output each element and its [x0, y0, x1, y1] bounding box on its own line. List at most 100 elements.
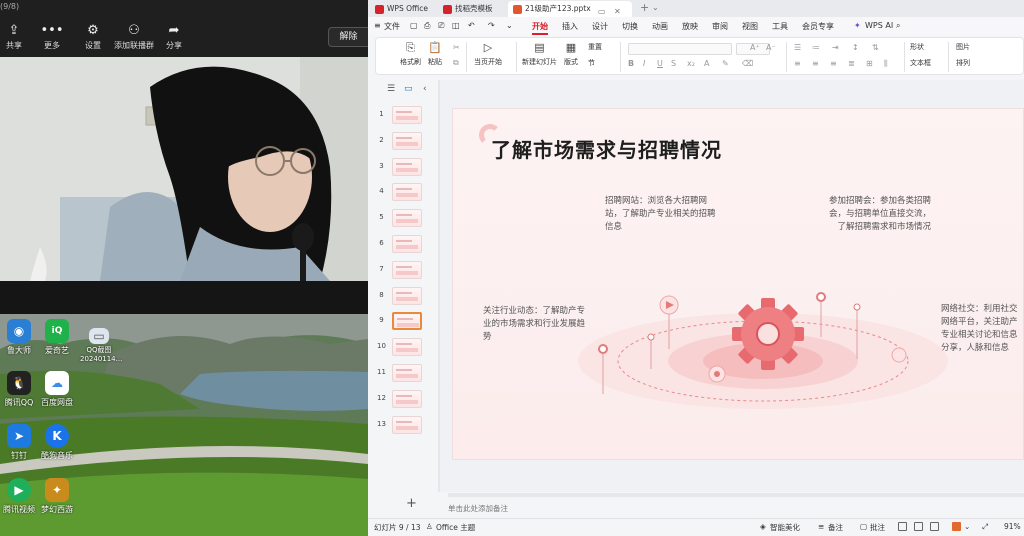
slide-thumbnail[interactable]: 10	[375, 338, 436, 358]
collapse-pane-icon[interactable]: ‹	[423, 84, 427, 94]
highlight-icon[interactable]: ✎	[722, 59, 729, 68]
chevron-down-icon[interactable]: ⌄	[652, 3, 659, 12]
subscript-icon[interactable]: x₂	[687, 59, 695, 68]
desktop-icon-tencent-qq[interactable]: 🐧 腾讯QQ	[2, 371, 36, 408]
bold-icon[interactable]: B	[628, 59, 634, 68]
smart-beautify-button[interactable]: 智能美化	[770, 522, 800, 533]
menu-review[interactable]: 审阅	[712, 21, 728, 32]
desktop-icon-game[interactable]: ✦ 梦幻西游	[40, 478, 74, 515]
text-job-fairs[interactable]: 参加招聘会：参加各类招聘会，与招聘单位直接交流，了解招聘需求和市场情况	[821, 195, 931, 234]
copy-icon[interactable]: ⧉	[453, 58, 459, 68]
cut-icon[interactable]: ✂	[453, 43, 460, 52]
menu-tools[interactable]: 工具	[772, 21, 788, 32]
paste-button[interactable]: 📋 粘贴	[428, 42, 442, 67]
justify-icon[interactable]: ≣	[848, 59, 855, 68]
font-color-icon[interactable]: A	[704, 59, 709, 68]
folder-icon[interactable]: ▢	[410, 21, 418, 30]
align-center-icon[interactable]: ≡	[812, 59, 819, 68]
font-family-select[interactable]	[628, 43, 732, 55]
desktop-icon-iqiyi[interactable]: iQ 爱奇艺	[40, 319, 74, 356]
strikethrough-icon[interactable]: S	[671, 59, 676, 68]
play-from-current-button[interactable]: ▷ 当页开始	[474, 42, 502, 67]
slide-thumbnail[interactable]: 5	[375, 209, 436, 229]
outline-view-icon[interactable]: ☰	[387, 84, 395, 94]
menu-file[interactable]: 文件	[384, 21, 400, 32]
new-tab-icon[interactable]: +	[640, 1, 649, 14]
menu-insert[interactable]: 插入	[562, 21, 578, 32]
underline-icon[interactable]: U	[657, 59, 663, 68]
slide-thumbnail[interactable]: 9	[375, 312, 436, 332]
desktop-icon-kugou[interactable]: K 酷狗音乐	[40, 424, 74, 461]
notes-button[interactable]: 备注	[828, 522, 843, 533]
menu-slideshow[interactable]: 放映	[682, 21, 698, 32]
theme-name[interactable]: Office 主题	[436, 522, 475, 533]
tab-template[interactable]: 找稻壳模板	[438, 1, 504, 17]
distribute-icon[interactable]: ⊞	[866, 59, 873, 68]
menu-animation[interactable]: 动画	[652, 21, 668, 32]
slide-view-icon[interactable]: ▭	[404, 84, 413, 94]
sorter-view-icon[interactable]	[914, 522, 923, 531]
slide-thumbnail[interactable]: 13	[375, 415, 436, 436]
line-spacing-icon[interactable]: ↕	[852, 43, 859, 52]
grow-font-icon[interactable]: A⁺	[750, 43, 760, 52]
menu-transition[interactable]: 切换	[622, 21, 638, 32]
align-right-icon[interactable]: ≡	[830, 59, 837, 68]
slide-thumbnail[interactable]: 3	[375, 157, 436, 178]
search-icon[interactable]: ⌕	[896, 21, 900, 31]
menu-member[interactable]: 会员专享	[802, 21, 834, 32]
slide-thumbnail[interactable]: 6	[375, 235, 436, 255]
print-icon[interactable]: ⎚	[438, 21, 444, 31]
section-button[interactable]: 节	[588, 58, 595, 68]
numbering-icon[interactable]: ≔	[812, 43, 820, 52]
slide-thumbnail[interactable]: 8	[375, 286, 436, 307]
save-icon[interactable]: ⎙	[424, 21, 430, 31]
tab-document[interactable]: 21级助产123.pptx ▭ ✕	[508, 1, 632, 17]
slide-thumbnail[interactable]: 12	[375, 389, 436, 410]
undo-icon[interactable]: ↶	[468, 21, 475, 30]
picture-button[interactable]: 图片	[956, 42, 970, 52]
canvas-horizontal-scrollbar[interactable]	[448, 493, 1024, 497]
slide-thumbnail[interactable]: 11	[375, 364, 436, 384]
layout-button[interactable]: ▦ 版式	[564, 42, 578, 67]
share-link-button[interactable]: ➦ 分享	[148, 24, 200, 51]
fit-window-icon[interactable]: ⤢	[982, 522, 988, 532]
zoom-level[interactable]: 91%	[1004, 522, 1021, 531]
menu-start[interactable]: 开始	[532, 21, 548, 32]
preview-icon[interactable]: ◫	[452, 21, 460, 30]
textbox-button[interactable]: 文本框	[910, 58, 931, 68]
unmute-button[interactable]: 解除	[328, 27, 368, 47]
hamburger-icon[interactable]: ≡	[374, 21, 381, 30]
text-direction-icon[interactable]: ⇅	[872, 43, 879, 52]
arrange-button[interactable]: 排列	[956, 58, 970, 68]
columns-icon[interactable]: ⫼	[884, 59, 888, 69]
desktop-icon-qq-image[interactable]: ▭ QQ截图 20240114...	[80, 328, 122, 364]
text-industry-trends[interactable]: 关注行业动态：了解助产专业的市场需求和行业发展趋势	[483, 305, 593, 344]
desktop-icon-tencent-video[interactable]: ▶ 腾讯视频	[2, 478, 36, 515]
text-recruitment-sites[interactable]: 招聘网站：浏览各大招聘网站，了解助产专业相关的招聘信息	[605, 195, 717, 234]
desktop-icon-baidu-netdisk[interactable]: ☁ 百度网盘	[40, 371, 74, 408]
reading-view-icon[interactable]	[930, 522, 939, 531]
italic-icon[interactable]: I	[643, 59, 645, 68]
slide-thumbnail[interactable]: 4	[375, 183, 436, 203]
menu-view[interactable]: 视图	[742, 21, 758, 32]
slide-thumbnail[interactable]: 2	[375, 131, 436, 152]
play-slideshow-icon[interactable]	[952, 522, 961, 531]
text-social-network[interactable]: 网络社交：利用社交网络平台，关注助产专业相关讨论和信息分享，人脉和信息	[941, 303, 1023, 357]
bullets-icon[interactable]: ☰	[794, 43, 801, 52]
current-slide[interactable]: 了解市场需求与招聘情况 招聘网站：浏览各大招聘网站，了解助产专业相关的招聘信息 …	[452, 108, 1024, 460]
format-painter-button[interactable]: ⎘ 格式刷	[400, 42, 421, 67]
new-slide-button[interactable]: ▤ 新建幻灯片	[522, 42, 557, 67]
slide-title[interactable]: 了解市场需求与招聘情况	[491, 134, 722, 163]
reset-button[interactable]: 重置	[588, 42, 602, 52]
normal-view-icon[interactable]	[898, 522, 907, 531]
quick-access-chevron-icon[interactable]: ⌄	[506, 21, 513, 30]
menu-wps-ai[interactable]: WPS AI	[865, 21, 893, 30]
desktop-icon-dingtalk[interactable]: ➤ 钉钉	[2, 424, 36, 461]
clear-format-icon[interactable]: ⌫	[742, 59, 753, 68]
indent-icon[interactable]: ⇥	[832, 43, 839, 52]
redo-icon[interactable]: ↷	[488, 21, 495, 30]
desktop-icon-helper[interactable]: ◉ 鲁大师	[2, 319, 36, 356]
shrink-font-icon[interactable]: A⁻	[766, 43, 776, 52]
slide-thumbnail[interactable]: 1	[375, 106, 436, 126]
comments-button[interactable]: 批注	[870, 522, 885, 533]
